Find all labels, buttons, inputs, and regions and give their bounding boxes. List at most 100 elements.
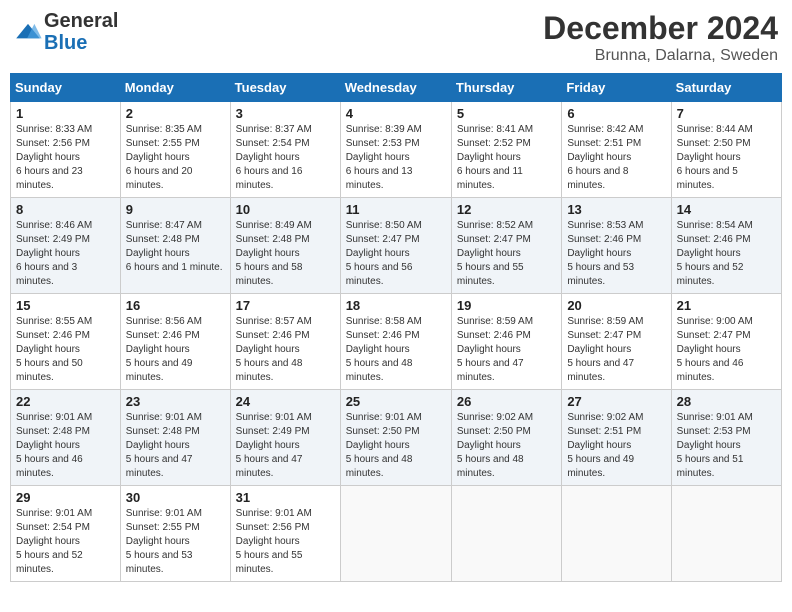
day-number: 2 — [126, 106, 225, 121]
calendar-cell: 9Sunrise: 8:47 AMSunset: 2:48 PMDaylight… — [120, 198, 230, 294]
day-number: 7 — [677, 106, 776, 121]
location-title: Brunna, Dalarna, Sweden — [543, 47, 778, 65]
day-number: 3 — [236, 106, 335, 121]
calendar-cell: 30 Sunrise: 9:01 AMSunset: 2:55 PMDayligh… — [120, 486, 230, 582]
day-info: Sunrise: 8:58 AMSunset: 2:46 PMDaylight … — [346, 315, 446, 385]
calendar-cell: 28 Sunrise: 9:01 AMSunset: 2:53 PMDayligh… — [671, 390, 781, 486]
calendar-cell: 11 Sunrise: 8:50 AMSunset: 2:47 PMDayligh… — [340, 198, 451, 294]
col-wednesday: Wednesday — [340, 74, 451, 102]
day-number: 14 — [677, 202, 776, 217]
day-number: 18 — [346, 298, 446, 313]
day-number: 25 — [346, 394, 446, 409]
calendar-cell: 21 Sunrise: 9:00 AMSunset: 2:47 PMDayligh… — [671, 294, 781, 390]
day-info: Sunrise: 9:01 AMSunset: 2:54 PMDaylight … — [16, 507, 115, 577]
day-info: Sunrise: 8:54 AMSunset: 2:46 PMDaylight … — [677, 219, 776, 289]
day-info: Sunrise: 8:44 AMSunset: 2:50 PMDaylight … — [677, 123, 776, 193]
calendar-cell: 27 Sunrise: 9:02 AMSunset: 2:51 PMDayligh… — [562, 390, 671, 486]
calendar-cell: 25Sunrise: 9:01 AMSunset: 2:50 PMDayligh… — [340, 390, 451, 486]
day-info: Sunrise: 8:50 AMSunset: 2:47 PMDaylight … — [346, 219, 446, 289]
day-number: 20 — [567, 298, 665, 313]
calendar-cell: 1Sunrise: 8:33 AMSunset: 2:56 PMDaylight… — [11, 102, 121, 198]
calendar-cell: 23 Sunrise: 9:01 AMSunset: 2:48 PMDayligh… — [120, 390, 230, 486]
day-number: 8 — [16, 202, 115, 217]
calendar-cell: 16 Sunrise: 8:56 AMSunset: 2:46 PMDayligh… — [120, 294, 230, 390]
calendar-cell: 22 Sunrise: 9:01 AMSunset: 2:48 PMDayligh… — [11, 390, 121, 486]
day-number: 23 — [126, 394, 225, 409]
calendar-week-row: 29 Sunrise: 9:01 AMSunset: 2:54 PMDayligh… — [11, 486, 782, 582]
day-info: Sunrise: 8:53 AMSunset: 2:46 PMDaylight … — [567, 219, 665, 289]
day-number: 16 — [126, 298, 225, 313]
calendar-cell: 15Sunrise: 8:55 AMSunset: 2:46 PMDayligh… — [11, 294, 121, 390]
day-number: 21 — [677, 298, 776, 313]
day-info: Sunrise: 9:01 AMSunset: 2:48 PMDaylight … — [126, 411, 225, 481]
calendar-cell: 31 Sunrise: 9:01 AMSunset: 2:56 PMDayligh… — [230, 486, 340, 582]
calendar-cell: 4 Sunrise: 8:39 AMSunset: 2:53 PMDaylight… — [340, 102, 451, 198]
day-info: Sunrise: 9:01 AMSunset: 2:53 PMDaylight … — [677, 411, 776, 481]
day-number: 13 — [567, 202, 665, 217]
day-number: 28 — [677, 394, 776, 409]
col-sunday: Sunday — [11, 74, 121, 102]
calendar-cell — [451, 486, 561, 582]
col-monday: Monday — [120, 74, 230, 102]
calendar-cell: 8 Sunrise: 8:46 AMSunset: 2:49 PMDaylight… — [11, 198, 121, 294]
day-info: Sunrise: 9:01 AMSunset: 2:49 PMDaylight … — [236, 411, 335, 481]
logo-blue: Blue — [44, 32, 118, 54]
calendar-cell: 12 Sunrise: 8:52 AMSunset: 2:47 PMDayligh… — [451, 198, 561, 294]
day-info: Sunrise: 9:00 AMSunset: 2:47 PMDaylight … — [677, 315, 776, 385]
col-friday: Friday — [562, 74, 671, 102]
calendar-cell: 5Sunrise: 8:41 AMSunset: 2:52 PMDaylight… — [451, 102, 561, 198]
calendar-cell: 20 Sunrise: 8:59 AMSunset: 2:47 PMDayligh… — [562, 294, 671, 390]
calendar-cell: 29 Sunrise: 9:01 AMSunset: 2:54 PMDayligh… — [11, 486, 121, 582]
day-number: 30 — [126, 490, 225, 505]
calendar-cell: 18 Sunrise: 8:58 AMSunset: 2:46 PMDayligh… — [340, 294, 451, 390]
day-info: Sunrise: 9:02 AMSunset: 2:50 PMDaylight … — [457, 411, 556, 481]
day-info: Sunrise: 8:47 AMSunset: 2:48 PMDaylight … — [126, 219, 225, 275]
day-info: Sunrise: 8:35 AMSunset: 2:55 PMDaylight … — [126, 123, 225, 193]
day-number: 11 — [346, 202, 446, 217]
calendar-cell: 10Sunrise: 8:49 AMSunset: 2:48 PMDayligh… — [230, 198, 340, 294]
col-thursday: Thursday — [451, 74, 561, 102]
day-info: Sunrise: 8:46 AMSunset: 2:49 PMDaylight … — [16, 219, 115, 289]
month-title: December 2024 — [543, 10, 778, 47]
day-info: Sunrise: 9:01 AMSunset: 2:55 PMDaylight … — [126, 507, 225, 577]
day-number: 27 — [567, 394, 665, 409]
title-section: December 2024 Brunna, Dalarna, Sweden — [543, 10, 778, 65]
calendar-week-row: 15Sunrise: 8:55 AMSunset: 2:46 PMDayligh… — [11, 294, 782, 390]
day-info: Sunrise: 8:49 AMSunset: 2:48 PMDaylight … — [236, 219, 335, 289]
day-info: Sunrise: 8:33 AMSunset: 2:56 PMDaylight … — [16, 123, 115, 193]
logo: General Blue — [14, 10, 118, 54]
day-info: Sunrise: 9:01 AMSunset: 2:48 PMDaylight … — [16, 411, 115, 481]
day-number: 6 — [567, 106, 665, 121]
day-number: 24 — [236, 394, 335, 409]
calendar-week-row: 8 Sunrise: 8:46 AMSunset: 2:49 PMDaylight… — [11, 198, 782, 294]
day-info: Sunrise: 8:52 AMSunset: 2:47 PMDaylight … — [457, 219, 556, 289]
day-info: Sunrise: 8:57 AMSunset: 2:46 PMDaylight … — [236, 315, 335, 385]
day-number: 26 — [457, 394, 556, 409]
day-number: 17 — [236, 298, 335, 313]
calendar-cell: 17 Sunrise: 8:57 AMSunset: 2:46 PMDayligh… — [230, 294, 340, 390]
day-number: 12 — [457, 202, 556, 217]
day-number: 22 — [16, 394, 115, 409]
calendar-cell: 13 Sunrise: 8:53 AMSunset: 2:46 PMDayligh… — [562, 198, 671, 294]
calendar-cell: 3 Sunrise: 8:37 AMSunset: 2:54 PMDaylight… — [230, 102, 340, 198]
day-number: 19 — [457, 298, 556, 313]
day-info: Sunrise: 8:37 AMSunset: 2:54 PMDaylight … — [236, 123, 335, 193]
calendar-cell — [340, 486, 451, 582]
col-saturday: Saturday — [671, 74, 781, 102]
calendar-cell: 6Sunrise: 8:42 AMSunset: 2:51 PMDaylight… — [562, 102, 671, 198]
calendar-header-row: Sunday Monday Tuesday Wednesday Thursday… — [11, 74, 782, 102]
day-number: 31 — [236, 490, 335, 505]
day-info: Sunrise: 8:59 AMSunset: 2:47 PMDaylight … — [567, 315, 665, 385]
logo-general: General — [44, 10, 118, 32]
calendar-cell: 19Sunrise: 8:59 AMSunset: 2:46 PMDayligh… — [451, 294, 561, 390]
day-info: Sunrise: 8:41 AMSunset: 2:52 PMDaylight … — [457, 123, 556, 193]
day-number: 15 — [16, 298, 115, 313]
day-number: 29 — [16, 490, 115, 505]
day-info: Sunrise: 9:02 AMSunset: 2:51 PMDaylight … — [567, 411, 665, 481]
day-info: Sunrise: 9:01 AMSunset: 2:56 PMDaylight … — [236, 507, 335, 577]
day-info: Sunrise: 8:39 AMSunset: 2:53 PMDaylight … — [346, 123, 446, 193]
day-number: 4 — [346, 106, 446, 121]
calendar-cell: 7 Sunrise: 8:44 AMSunset: 2:50 PMDaylight… — [671, 102, 781, 198]
day-info: Sunrise: 8:56 AMSunset: 2:46 PMDaylight … — [126, 315, 225, 385]
calendar-cell: 2 Sunrise: 8:35 AMSunset: 2:55 PMDaylight… — [120, 102, 230, 198]
